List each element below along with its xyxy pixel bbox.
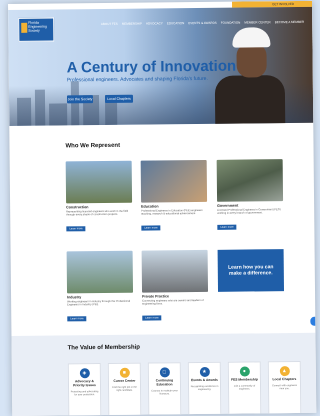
tile-title: Education bbox=[141, 204, 159, 209]
government-image bbox=[216, 159, 284, 202]
tile-title: Government bbox=[217, 203, 239, 208]
hero-title: A Century of Innovation bbox=[66, 57, 237, 77]
learn-more-button[interactable]: Learn more bbox=[142, 315, 162, 322]
map-pin-icon: ▲ bbox=[279, 366, 290, 377]
web-page: GET INVOLVED Florida Engineering Society… bbox=[8, 0, 317, 416]
learn-more-button[interactable]: Learn more bbox=[67, 316, 87, 322]
nav-become-member[interactable]: BECOME A MEMBER bbox=[275, 20, 305, 24]
tile-desc: Representing licensed engineers who work… bbox=[66, 209, 129, 217]
tile-industry[interactable]: Industry Working engineers in industry t… bbox=[66, 250, 134, 325]
benefit-title: FES Membership bbox=[231, 377, 258, 382]
benefit-desc: Courses to maintain your licensure. bbox=[151, 388, 178, 396]
site-logo[interactable]: Florida Engineering Society bbox=[18, 17, 55, 42]
benefit-local-chapters[interactable]: ▲ Local Chapters Connect with engineers … bbox=[267, 360, 302, 416]
learn-more-button[interactable]: Learn more bbox=[217, 225, 237, 231]
nav-member-center[interactable]: MEMBER CENTER bbox=[244, 20, 270, 24]
benefit-desc: Join a community of engineers. bbox=[233, 384, 256, 391]
nav-foundation[interactable]: FOUNDATION bbox=[221, 21, 241, 25]
benefit-desc: Find the right job or the right candidat… bbox=[112, 385, 137, 392]
value-heading: The Value of Membership bbox=[67, 344, 140, 352]
join-button[interactable]: Join the Society bbox=[66, 95, 94, 104]
book-icon: □ bbox=[159, 367, 170, 378]
benefit-events-awards[interactable]: ★ Events & Awards Recognizing excellence… bbox=[187, 361, 222, 416]
users-icon: ● bbox=[239, 366, 250, 377]
briefcase-icon: ■ bbox=[119, 367, 130, 378]
nav-membership[interactable]: MEMBERSHIP bbox=[122, 22, 142, 26]
tile-desc: Working engineers in industry through th… bbox=[67, 299, 131, 307]
get-involved-label[interactable]: GET INVOLVED bbox=[272, 2, 294, 6]
benefit-desc: Connect with engineers near you. bbox=[271, 383, 298, 390]
construction-image bbox=[65, 160, 133, 204]
benefit-title: Events & Awards bbox=[191, 377, 218, 383]
tile-private-practice[interactable]: Private Practice Connecting engineers wh… bbox=[141, 249, 209, 324]
main-nav: ABOUT FES MEMBERSHIP ADVOCACY EDUCATION … bbox=[101, 20, 304, 26]
tile-government[interactable]: Government Licensed Professional Enginee… bbox=[216, 159, 284, 233]
tile-education[interactable]: Education Professional Engineers in Educ… bbox=[140, 159, 208, 234]
tile-title: Private Practice bbox=[142, 294, 170, 299]
education-image bbox=[140, 159, 208, 203]
make-difference-cta[interactable]: Learn how you can make a difference. bbox=[217, 249, 285, 292]
industry-image bbox=[66, 250, 134, 294]
benefit-title: Continuing Education bbox=[155, 378, 174, 387]
tile-desc: Licensed Professional Engineers in Gover… bbox=[217, 208, 281, 216]
nav-education[interactable]: EDUCATION bbox=[167, 21, 184, 25]
private-practice-image bbox=[141, 249, 209, 293]
hero-tagline: Professional engineers. Advocates and sh… bbox=[66, 75, 208, 84]
who-we-represent-heading: Who We Represent bbox=[65, 142, 121, 150]
benefit-desc: Recognizing excellence in engineering. bbox=[190, 384, 219, 391]
nav-about[interactable]: ABOUT FES bbox=[101, 22, 118, 26]
megaphone-icon: ◈ bbox=[79, 368, 90, 379]
hero-banner: Florida Engineering Society ABOUT FES ME… bbox=[8, 6, 314, 126]
local-chapters-button[interactable]: Local Chapters bbox=[104, 94, 134, 103]
tile-construction[interactable]: Construction Representing licensed engin… bbox=[65, 160, 133, 235]
tile-title: Industry bbox=[67, 295, 82, 300]
learn-more-button[interactable]: Learn more bbox=[66, 226, 86, 232]
tile-desc: Professional Engineers in Education (PEE… bbox=[141, 208, 203, 216]
trophy-icon: ★ bbox=[199, 366, 210, 378]
engineer-photo bbox=[214, 27, 286, 126]
nav-advocacy[interactable]: ADVOCACY bbox=[146, 21, 163, 25]
benefit-title: Local Chapters bbox=[272, 377, 297, 382]
feedback-tab[interactable] bbox=[310, 316, 316, 326]
benefit-continuing-education[interactable]: □ Continuing Education Courses to mainta… bbox=[147, 362, 182, 416]
benefit-career-center[interactable]: ■ Career Center Find the right job or th… bbox=[107, 362, 142, 416]
benefit-desc: Protecting and advocating for your profe… bbox=[70, 389, 99, 396]
benefit-title: Career Center bbox=[113, 378, 136, 383]
benefit-advocacy[interactable]: ◈ Advocacy & Priority Issues Protecting … bbox=[67, 363, 102, 416]
learn-more-button[interactable]: Learn more bbox=[141, 225, 161, 232]
tile-title: Construction bbox=[66, 205, 89, 210]
benefit-fes-membership[interactable]: ● FES Membership Join a community of eng… bbox=[227, 361, 262, 416]
benefit-title: Advocacy & Priority Issues bbox=[73, 379, 96, 388]
nav-events[interactable]: EVENTS & AWARDS bbox=[188, 21, 216, 25]
tile-desc: Connecting engineers who are owners and … bbox=[142, 298, 204, 306]
